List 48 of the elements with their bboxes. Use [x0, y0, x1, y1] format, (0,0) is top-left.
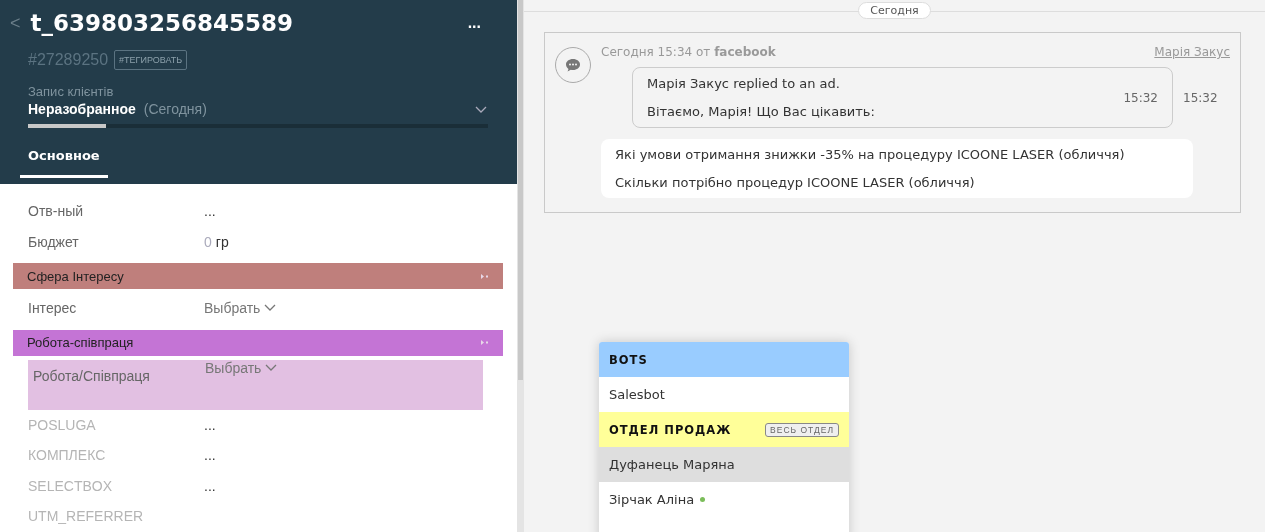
section-title: Робота-співпраця [27, 335, 134, 350]
field-label: SELECTBOX [28, 477, 114, 494]
field-label: Інтерес [28, 300, 78, 317]
field-label: Робота/Співпраця [33, 366, 151, 384]
field-value[interactable]: ... [204, 416, 216, 433]
field-value[interactable]: ... [204, 477, 216, 494]
field-label: КОМПЛЕКС [28, 447, 107, 464]
user-item[interactable]: Дуфанець Маряна [599, 447, 849, 482]
lead-title: t_639803256845589 [30, 10, 295, 36]
tab[interactable]: Основное [20, 148, 108, 178]
pipeline-label: Запис клієнтів [28, 84, 115, 99]
field-value[interactable]: ... [204, 447, 216, 464]
date-divider: Сегодня [858, 2, 931, 19]
chevron-icon [265, 363, 278, 372]
select-dropdown[interactable]: Выбрать [204, 300, 277, 317]
group-title: BOTS [609, 352, 648, 367]
field-label: Отв-ный [28, 203, 84, 220]
tag-button[interactable]: #ТЕГИРОВАТЬ [114, 50, 188, 70]
user-item[interactable]: Salesbot [599, 377, 849, 412]
message-meta: Сегодня 15:34 от facebook [601, 45, 776, 59]
dots-icon [481, 340, 489, 345]
message-text: Вітаємо, Марія! Що Вас цікавить: [647, 104, 875, 119]
user-name: Salesbot [609, 387, 665, 402]
message-time: 15:32 [1123, 90, 1158, 105]
dots-icon [481, 273, 489, 279]
lead-id: #27289250 [28, 51, 109, 69]
section-header[interactable]: Сфера Інтересу [13, 263, 503, 289]
user-name: Дуфанець Маряна [609, 457, 735, 472]
reply-option[interactable]: Скільки потрібно процедур ICOONE LASER (обличчя) [615, 175, 1179, 190]
field-label: Бюджет [28, 233, 80, 250]
chevron-icon [264, 304, 277, 313]
status-date: (Сегодня) [143, 101, 208, 117]
user-name: Зірчак Аліна [609, 492, 695, 507]
section-header[interactable]: Робота-співпраця [13, 329, 503, 356]
message-time: 15:32 [1183, 90, 1218, 105]
reply-option[interactable]: Які умови отримання знижки -35% на процедуру ICOONE LASER (обличчя) [615, 147, 1179, 175]
online-status-icon [700, 497, 706, 502]
field-label: UTM_REFERRER [28, 508, 145, 525]
status-value[interactable]: Неразобранное [28, 101, 136, 117]
field-label: POSLUGA [28, 416, 97, 433]
group-title: ОТДЕЛ ПРОДАЖ [609, 422, 732, 437]
select-all-button[interactable]: ВЕСЬ ОТДЕЛ [765, 422, 839, 437]
message-text: Марія Закус replied to an ad. [647, 76, 841, 91]
field-value[interactable]: ... [204, 203, 216, 220]
user-item[interactable]: Зірчак Аліна [599, 482, 849, 517]
more-button[interactable]: ... [463, 14, 485, 32]
currency-unit: гр [215, 233, 229, 250]
section-title: Сфера Інтересу [27, 268, 124, 284]
